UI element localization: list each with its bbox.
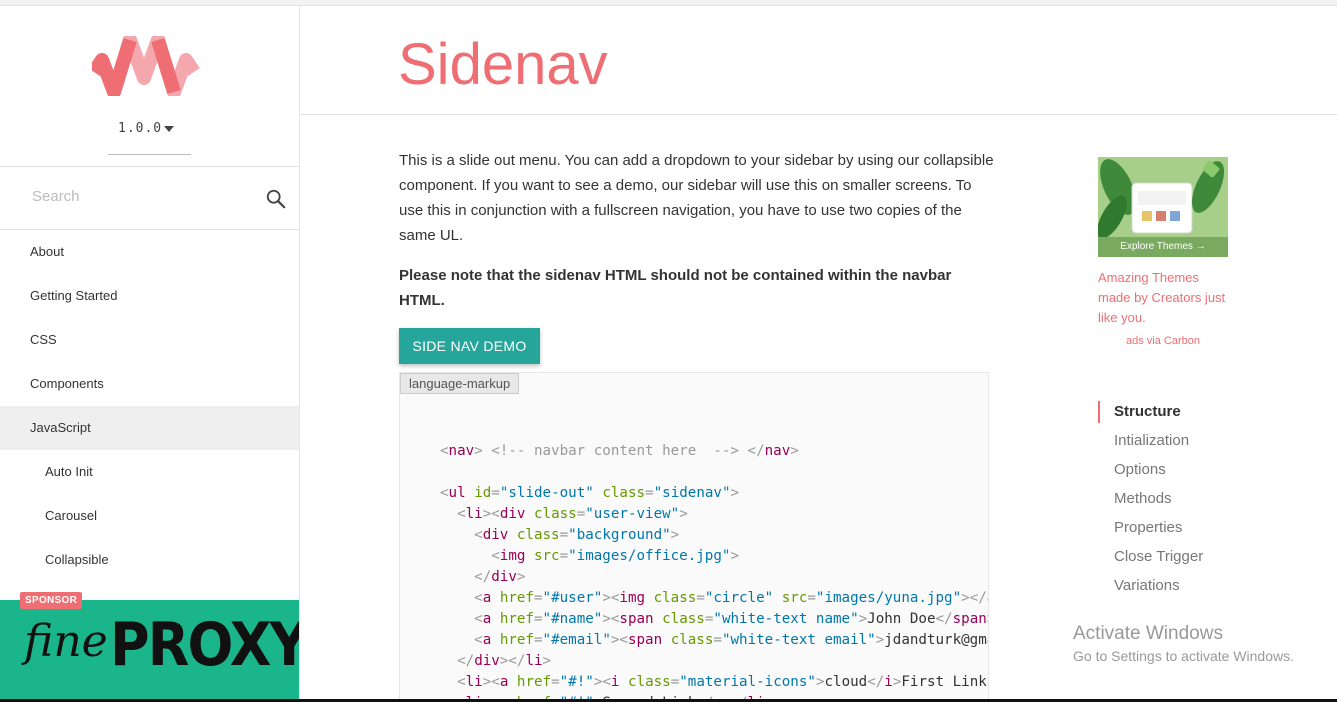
sponsor-badge: SPONSOR	[20, 592, 83, 609]
sidebar-item-label: Components	[30, 376, 104, 391]
activate-windows-watermark: Activate Windows Go to Settings to activ…	[1073, 623, 1294, 664]
sidebar-divider	[0, 166, 299, 167]
intro-paragraph: This is a slide out menu. You can add a …	[399, 152, 994, 244]
sidebar-item-getting-started[interactable]: Getting Started	[0, 274, 299, 318]
toc-active-indicator	[1098, 401, 1100, 423]
chevron-down-icon	[164, 126, 174, 132]
ad-illustration	[1098, 159, 1225, 237]
sidebar-item-components[interactable]: Components	[0, 362, 299, 406]
side-nav-demo-button[interactable]: SIDE NAV DEMO	[399, 328, 540, 364]
ads-via-carbon-link[interactable]: ads via Carbon	[1126, 335, 1200, 347]
sidebar-item-label: JavaScript	[30, 420, 91, 435]
version-label: 1.0.0	[118, 121, 163, 136]
toc-item-methods[interactable]: Methods	[1114, 490, 1172, 507]
toc-item-initialization[interactable]: Intialization	[1114, 432, 1189, 449]
code-content: <nav> <!-- navbar content here --> </nav…	[440, 443, 988, 700]
sidebar-item-collapsible[interactable]: Collapsible	[0, 538, 299, 582]
sidebar-item-label: Getting Started	[30, 288, 118, 303]
code-block[interactable]: language-markup <nav> <!-- navbar conten…	[399, 372, 989, 700]
sponsor-brand-proxy: PROXY	[110, 610, 300, 680]
sidebar-item-label: Collapsible	[45, 552, 109, 567]
toc-item-close-trigger[interactable]: Close Trigger	[1114, 548, 1203, 565]
search-icon[interactable]	[265, 188, 287, 210]
ad-text-link[interactable]: Amazing Themes made by Creators just lik…	[1098, 268, 1233, 328]
sidebar-item-css[interactable]: CSS	[0, 318, 299, 362]
sidebar-item-label: Carousel	[45, 508, 98, 523]
toc-item-options[interactable]: Options	[1114, 461, 1166, 478]
code-language-label: language-markup	[400, 373, 520, 394]
watermark-title: Activate Windows	[1073, 623, 1223, 644]
sidebar-item-auto-init[interactable]: Auto Init	[0, 450, 299, 494]
toc-item-variations[interactable]: Variations	[1114, 577, 1180, 594]
note-paragraph: Please note that the sidenav HTML should…	[399, 267, 952, 309]
sponsor-brand-fine: fine	[24, 616, 108, 667]
sidebar-item-about[interactable]: About	[0, 230, 299, 274]
watermark-subtitle: Go to Settings to activate Windows.	[1073, 648, 1294, 664]
page-title: Sidenav	[398, 32, 608, 97]
search-input[interactable]	[30, 187, 254, 206]
version-select[interactable]: 1.0.0	[108, 118, 191, 155]
sidebar-item-label: CSS	[30, 332, 57, 347]
sidebar-item-carousel[interactable]: Carousel	[0, 494, 299, 538]
ad-image[interactable]: Explore Themes →	[1098, 157, 1228, 257]
sidebar: 1.0.0 About Getting Started CSS Componen…	[0, 6, 300, 699]
sponsor-banner[interactable]: fine PROXY SPONSOR	[0, 592, 300, 699]
sidebar-item-javascript[interactable]: JavaScript	[0, 406, 299, 450]
sidebar-item-label: About	[30, 244, 64, 259]
page-header: Sidenav	[300, 6, 1337, 115]
materialize-logo[interactable]	[92, 36, 206, 96]
ad-banner-bar: Explore Themes →	[1098, 237, 1228, 257]
toc-item-properties[interactable]: Properties	[1114, 519, 1182, 536]
sidebar-item-label: Auto Init	[45, 464, 93, 479]
toc-item-structure[interactable]: Structure	[1114, 403, 1181, 420]
